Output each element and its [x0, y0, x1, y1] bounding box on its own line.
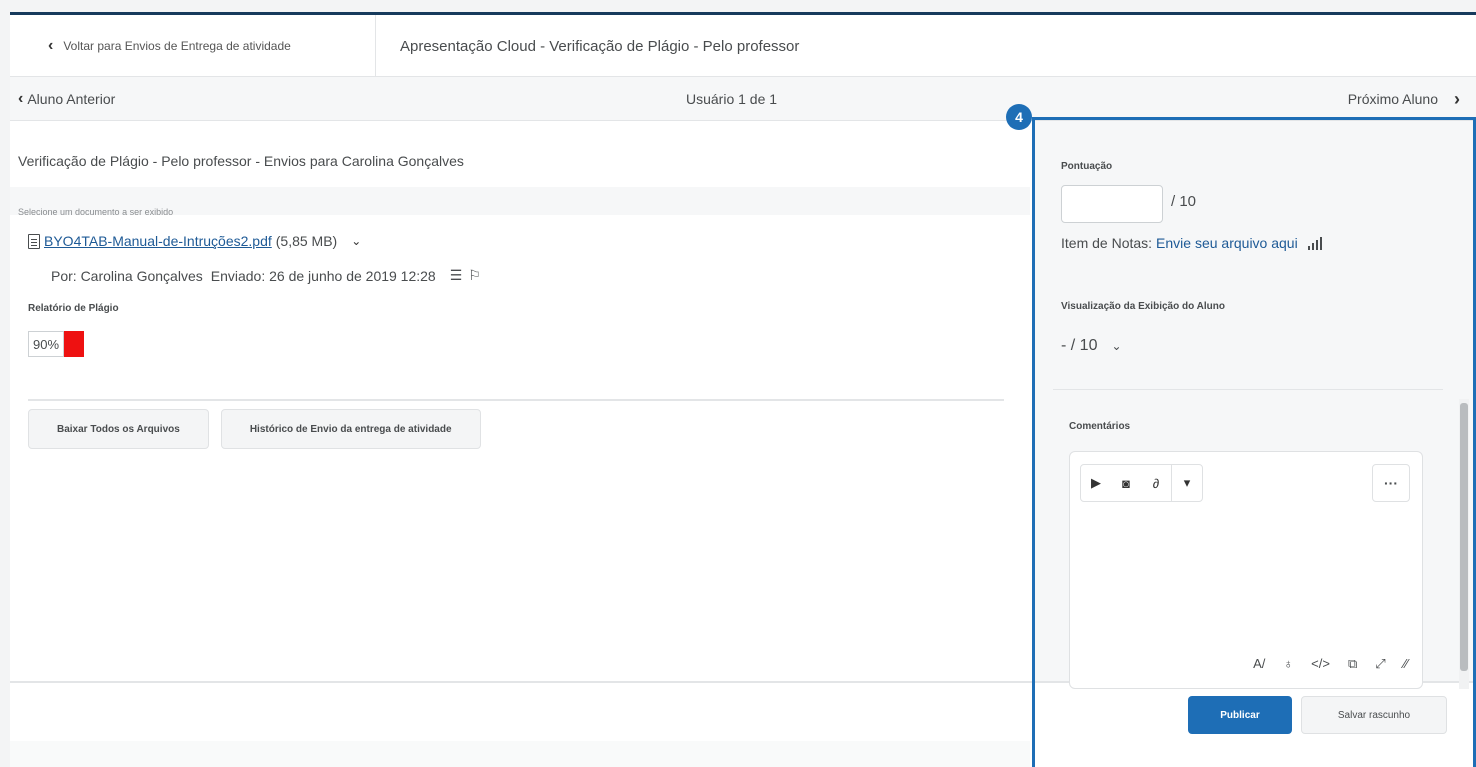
grading-panel-scrollbar[interactable]: [1459, 399, 1469, 689]
editor-toolbar: ▶ ◙ ∂ ▾: [1080, 464, 1203, 502]
camera-icon[interactable]: ◙: [1111, 465, 1141, 501]
chevron-down-icon[interactable]: ⌄: [351, 234, 361, 248]
action-buttons: Baixar Todos os Arquivos Histórico de En…: [28, 409, 481, 449]
more-options-icon[interactable]: ···: [1372, 464, 1410, 502]
plagiarism-percentage: 90%: [28, 331, 65, 357]
file-link[interactable]: BYO4TAB-Manual-de-Intruções2.pdf: [44, 233, 272, 249]
chevron-left-icon: ‹: [48, 37, 54, 54]
submission-title: Verificação de Plágio - Pelo professor -…: [18, 153, 464, 169]
student-nav-bar: ‹ Aluno Anterior Usuário 1 de 1 Próximo …: [10, 77, 1476, 121]
app-frame: ‹ Voltar para Envios de Entrega de ativi…: [10, 12, 1476, 767]
grade-item-row: Item de Notas: Envie seu arquivo aqui: [1061, 235, 1322, 251]
user-count: Usuário 1 de 1: [686, 91, 778, 107]
comments-label: Comentários: [1069, 421, 1131, 432]
save-draft-button[interactable]: Salvar rascunho: [1301, 696, 1447, 734]
file-size: (5,85 MB): [275, 233, 338, 249]
editor-bottom-tools: A/ ♁ </> ⧉ ⤢ ∕∕: [1253, 656, 1408, 672]
grade-item-link[interactable]: Envie seu arquivo aqui: [1156, 235, 1298, 251]
plagiarism-report-label: Relatório de Plágio: [28, 303, 119, 314]
preview-score: - / 10: [1061, 337, 1098, 354]
next-student-button[interactable]: Próximo Aluno ›: [1348, 77, 1460, 121]
plagiarism-score[interactable]: 90%: [28, 331, 85, 357]
page-title: Apresentação Cloud - Verificação de Plág…: [400, 37, 800, 55]
publish-button[interactable]: Publicar: [1188, 696, 1292, 734]
chevron-down-icon[interactable]: ▾: [1172, 465, 1202, 501]
score-label: Pontuação: [1061, 161, 1113, 172]
student-view-preview-label: Visualização da Exibição do Aluno: [1061, 301, 1225, 312]
fullscreen-icon[interactable]: ⤢: [1375, 656, 1385, 672]
file-row: BYO4TAB-Manual-de-Intruções2.pdf (5,85 M…: [28, 233, 361, 249]
submitted-date: Enviado: 26 de junho de 2019 12:28: [210, 267, 436, 284]
spellcheck-icon[interactable]: A/: [1253, 656, 1265, 672]
plagiarism-color-indicator: [64, 331, 85, 357]
document-icon: [28, 233, 40, 249]
inbox-icon[interactable]: ☰: [450, 267, 463, 284]
document-area: [10, 215, 1030, 315]
select-document-label: Selecione um documento a ser exibido: [18, 207, 174, 217]
grading-panel: Pontuação / 10 Item de Notas: Envie seu …: [1034, 121, 1476, 689]
source-code-icon[interactable]: </>: [1311, 656, 1330, 672]
divider: [1053, 389, 1443, 390]
chevron-left-icon: ‹: [18, 90, 24, 107]
chevron-right-icon: ›: [1454, 88, 1460, 109]
link-icon[interactable]: ∂: [1141, 465, 1171, 501]
accessibility-check-icon[interactable]: ♁: [1283, 656, 1293, 672]
submission-meta: Por: Carolina Gonçalves Enviado: 26 de j…: [51, 267, 481, 284]
back-link-label: Voltar para Envios de Entrega de ativida…: [63, 39, 291, 53]
chevron-down-icon: ⌄: [1111, 339, 1122, 353]
resize-handle-icon[interactable]: ∕∕: [1404, 656, 1408, 672]
grade-item-label: Item de Notas:: [1061, 235, 1153, 251]
top-bar: ‹ Voltar para Envios de Entrega de ativi…: [10, 15, 1476, 77]
download-all-button[interactable]: Baixar Todos os Arquivos: [28, 409, 209, 449]
callout-number-badge: 4: [1006, 104, 1032, 130]
bottom-bar-strip: [10, 741, 1030, 767]
submission-history-button[interactable]: Histórico de Envio da entrega de ativida…: [220, 409, 481, 449]
flag-icon[interactable]: ⚐: [468, 267, 481, 284]
submitted-by: Por: Carolina Gonçalves: [51, 267, 203, 284]
comments-editor[interactable]: ▶ ◙ ∂ ▾ ··· A/ ♁ </> ⧉ ⤢ ∕∕: [1069, 451, 1423, 689]
back-to-submissions-link[interactable]: ‹ Voltar para Envios de Entrega de ativi…: [10, 15, 376, 77]
preview-icon[interactable]: ⧉: [1348, 656, 1357, 672]
score-input[interactable]: [1061, 185, 1163, 223]
stats-bars-icon[interactable]: [1307, 236, 1322, 250]
divider: [28, 399, 1004, 401]
previous-student-button[interactable]: ‹ Aluno Anterior: [18, 77, 115, 121]
previous-student-label: Aluno Anterior: [27, 91, 116, 107]
scrollbar-thumb[interactable]: [1460, 403, 1468, 671]
student-view-preview-toggle[interactable]: - / 10 ⌄: [1061, 337, 1122, 355]
submission-pane: Verificação de Plágio - Pelo professor -…: [10, 121, 1030, 681]
score-out-of: / 10: [1171, 193, 1197, 210]
video-icon[interactable]: ▶: [1081, 465, 1111, 501]
next-student-label: Próximo Aluno: [1347, 91, 1438, 107]
